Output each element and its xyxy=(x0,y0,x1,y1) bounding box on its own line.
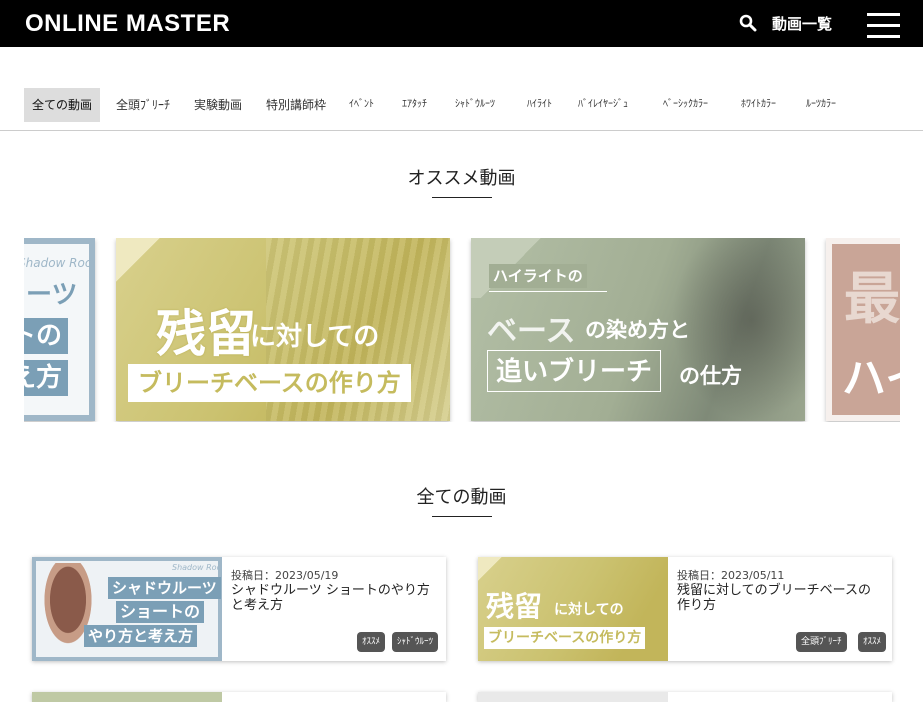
tab-experiment[interactable]: 実験動画 xyxy=(194,88,242,122)
slide-residual-bleach[interactable]: 残留 に対しての ブリーチベースの作り方 xyxy=(116,238,450,421)
slide-highlight-base[interactable]: ハイライトの ベース の染め方と 追いブリーチ の仕方 xyxy=(471,238,805,421)
tag-shadow-roots[interactable]: ｼｬﾄﾞｳﾙｰﾂ xyxy=(392,632,439,652)
video-title[interactable]: シャドウルーツ ショートのやり方と考え方 xyxy=(231,583,436,613)
slide-line: え方 xyxy=(24,360,69,396)
slide-line: トの xyxy=(24,318,69,354)
thumb-line: に対しての xyxy=(554,602,624,618)
category-tabs: 全ての動画 全頭ﾌﾞﾘｰﾁ 実験動画 特別講師枠 ｲﾍﾞﾝﾄ ｴｱﾀｯﾁ ｼｬﾄ… xyxy=(0,87,923,131)
video-thumbnail[interactable] xyxy=(478,692,668,702)
tab-air-touch[interactable]: ｴｱﾀｯﾁ xyxy=(402,88,427,122)
thumb-line: シャドウルーツ xyxy=(108,577,221,599)
video-title[interactable]: 残留に対してのブリーチベースの作り方 xyxy=(677,583,882,613)
slide-line: ハイライトの xyxy=(489,264,587,288)
video-card[interactable]: 残留 に対しての ブリーチベースの作り方 投稿日：2023/05/11 残留に対… xyxy=(478,557,892,661)
thumb-big-text: 残留 xyxy=(486,590,543,623)
menu-icon[interactable] xyxy=(867,13,900,38)
slide-big-text: 残留 xyxy=(156,305,256,363)
search-icon[interactable] xyxy=(739,14,757,32)
slide-tag: Shadow Roots xyxy=(24,256,95,270)
site-logo[interactable]: ONLINE MASTER xyxy=(25,10,230,38)
slide-line: に対しての xyxy=(250,322,380,352)
site-header: ONLINE MASTER 動画一覧 xyxy=(0,0,923,47)
slide-line: の染め方と xyxy=(585,318,690,342)
tab-white-color[interactable]: ﾎﾜｲﾄｶﾗｰ xyxy=(741,88,776,122)
slide-line: 追いブリーチ xyxy=(487,350,662,392)
post-date: 投稿日：2023/05/11 xyxy=(677,569,785,582)
tab-shadow-roots[interactable]: ｼｬﾄﾞｳﾙｰﾂ xyxy=(455,88,495,122)
slide-line: ーツ xyxy=(26,280,78,310)
tab-event[interactable]: ｲﾍﾞﾝﾄ xyxy=(349,88,374,122)
video-card[interactable]: Shadow Roots シャドウルーツ ショートの やり方と考え方 投稿日：2… xyxy=(32,557,446,661)
slide-line: ベース xyxy=(487,314,576,349)
tab-highlight[interactable]: ﾊｲﾗｲﾄ xyxy=(527,88,552,122)
slide-line: の仕方 xyxy=(679,364,742,388)
video-card[interactable] xyxy=(478,692,892,702)
slide-big-text: 最 xyxy=(844,267,900,332)
slide-line: ブリーチベースの作り方 xyxy=(128,364,411,402)
video-thumbnail[interactable] xyxy=(32,692,222,702)
video-thumbnail[interactable]: Shadow Roots シャドウルーツ ショートの やり方と考え方 xyxy=(32,557,222,661)
slide-highlight-best[interactable]: 最 ハイ xyxy=(826,238,900,421)
thumb-line: ブリーチベースの作り方 xyxy=(484,627,646,649)
thumb-line: ショートの xyxy=(116,601,205,623)
tab-special-lecturer[interactable]: 特別講師枠 xyxy=(266,88,326,122)
thumb-tag: Shadow Roots xyxy=(172,563,222,572)
tab-basic-color[interactable]: ﾍﾞｰｼｯｸｶﾗｰ xyxy=(663,88,708,122)
recommended-underline xyxy=(432,197,492,198)
tab-all-videos[interactable]: 全ての動画 xyxy=(24,88,101,122)
post-date: 投稿日：2023/05/19 xyxy=(231,569,339,582)
thumb-line: やり方と考え方 xyxy=(84,625,198,647)
all-videos-title: 全ての動画 xyxy=(416,487,507,508)
tab-roots-color[interactable]: ﾙｰﾂｶﾗｰ xyxy=(806,88,836,122)
recommended-carousel[interactable]: Shadow Roots ーツ トの え方 残留 に対しての ブリーチベースの作… xyxy=(24,238,900,422)
video-list-link[interactable]: 動画一覧 xyxy=(772,13,832,34)
recommended-title: オススメ動画 xyxy=(407,168,516,189)
tag-full-bleach[interactable]: 全頭ﾌﾞﾘｰﾁ xyxy=(796,632,847,652)
tab-balayage[interactable]: ﾊﾞｲﾚｲﾔｰｼﾞｭ xyxy=(578,88,628,122)
tag-recommended[interactable]: ｵｽｽﾒ xyxy=(858,632,887,652)
tag-recommended[interactable]: ｵｽｽﾒ xyxy=(357,632,386,652)
slide-shadow-roots[interactable]: Shadow Roots ーツ トの え方 xyxy=(24,238,95,421)
tab-full-bleach[interactable]: 全頭ﾌﾞﾘｰﾁ xyxy=(116,88,170,122)
all-videos-underline xyxy=(432,516,492,517)
slide-line: ハイ xyxy=(842,353,900,404)
video-card[interactable] xyxy=(32,692,446,702)
video-thumbnail[interactable]: 残留 に対しての ブリーチベースの作り方 xyxy=(478,557,668,661)
